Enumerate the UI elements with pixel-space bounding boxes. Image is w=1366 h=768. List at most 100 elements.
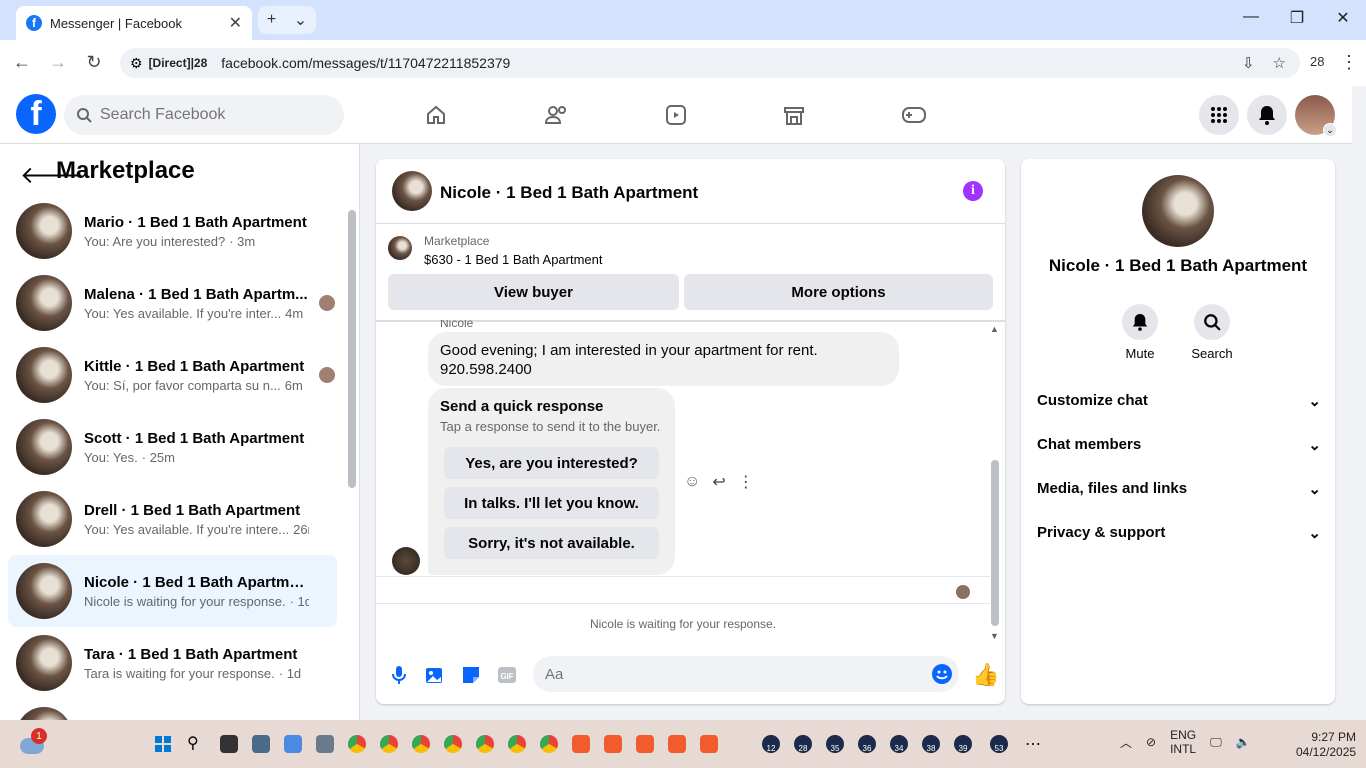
forward-arrow-icon[interactable]: → <box>46 52 70 73</box>
chat-avatar[interactable] <box>392 171 432 211</box>
browser-tab[interactable]: f Messenger | Facebook ✕ <box>16 6 252 40</box>
facebook-logo[interactable]: f <box>16 94 56 134</box>
taskbar-search-icon[interactable]: ⚲ <box>187 733 199 753</box>
conversation-item[interactable]: Scott · 1 Bed 1 Bath Apartment You: Yes. ·… <box>8 411 337 483</box>
scroll-down-icon[interactable]: ▼ <box>990 631 999 641</box>
url-text[interactable]: facebook.com/messages/t/1170472211852379 <box>221 55 510 71</box>
conversation-item[interactable]: Tara · 1 Bed 1 Bath Apartment Tara is wai… <box>8 627 337 699</box>
menu-grid-icon[interactable] <box>1199 95 1239 135</box>
app-badge-icon[interactable]: 12 <box>762 735 780 753</box>
mute-button[interactable]: Mute <box>1110 304 1170 361</box>
chrome-icon[interactable] <box>412 735 430 753</box>
profile-count[interactable]: 28 <box>1310 54 1324 69</box>
view-buyer-button[interactable]: View buyer <box>388 274 679 310</box>
windows-start-icon[interactable] <box>155 736 171 752</box>
quick-response-in-talks-button[interactable]: In talks. I'll let you know. <box>444 487 659 519</box>
address-bar[interactable]: ⚙ [Direct]|28 facebook.com/messages/t/11… <box>120 48 1300 78</box>
privacy-support-section[interactable]: Privacy & support ⌄ <box>1037 524 1321 542</box>
more-apps-icon[interactable]: ⋯ <box>1025 734 1041 754</box>
search-input[interactable] <box>100 106 320 124</box>
browser-menu-icon[interactable]: ⋮ <box>1340 52 1358 73</box>
conversation-item[interactable]: Kittle · 1 Bed 1 Bath Apartment You: Sí, … <box>8 339 337 411</box>
conversation-item[interactable]: Bryant · 1 Bed 1 Bath Apartment <box>8 699 337 720</box>
app-badge-icon[interactable]: 34 <box>890 735 908 753</box>
new-tab-button[interactable]: + <box>267 11 276 29</box>
info-icon[interactable]: i <box>963 181 983 201</box>
listing-title[interactable]: $630 - 1 Bed 1 Bath Apartment <box>424 252 603 267</box>
page-scrollbar[interactable] <box>1352 86 1366 720</box>
calculator-icon[interactable] <box>252 735 270 753</box>
app-icon[interactable] <box>316 735 334 753</box>
tab-close-icon[interactable]: ✕ <box>229 13 242 33</box>
chat-members-section[interactable]: Chat members ⌄ <box>1037 436 1321 454</box>
message-input[interactable] <box>533 656 959 692</box>
site-info-icon[interactable]: ⚙ <box>130 55 143 72</box>
install-app-icon[interactable]: ⇩ <box>1242 54 1255 72</box>
marketplace-icon[interactable] <box>774 100 814 130</box>
more-options-button[interactable]: More options <box>684 274 993 310</box>
brave-icon[interactable] <box>636 735 654 753</box>
language-indicator[interactable]: ENG INTL <box>1170 728 1196 756</box>
tab-search-button[interactable]: ⌄ <box>294 10 307 30</box>
chevron-up-icon[interactable]: ︿ <box>1120 734 1132 751</box>
emoji-icon[interactable] <box>932 664 952 684</box>
gif-icon[interactable]: GIF <box>496 664 518 686</box>
app-badge-icon[interactable]: 39 <box>954 735 972 753</box>
chrome-icon[interactable] <box>444 735 462 753</box>
bookmark-star-icon[interactable]: ☆ <box>1273 54 1286 72</box>
customize-chat-section[interactable]: Customize chat ⌄ <box>1037 392 1321 410</box>
chat-scrollbar-thumb[interactable] <box>991 460 999 626</box>
scroll-up-icon[interactable]: ▲ <box>990 324 999 334</box>
brave-icon[interactable] <box>700 735 718 753</box>
video-icon[interactable] <box>656 100 696 130</box>
volume-icon[interactable]: 🔈 <box>1236 735 1251 749</box>
photo-icon[interactable] <box>424 664 446 686</box>
message-bubble[interactable]: Good evening; I am interested in your ap… <box>428 332 899 386</box>
sender-avatar[interactable] <box>392 547 420 575</box>
sticker-icon[interactable] <box>460 664 482 686</box>
network-off-icon[interactable]: ⊘ <box>1146 735 1156 749</box>
app-badge-icon[interactable]: 35 <box>826 735 844 753</box>
conversation-item[interactable]: Malena · 1 Bed 1 Bath Apartm... You: Yes … <box>8 267 337 339</box>
back-arrow-icon[interactable]: ← <box>10 52 34 73</box>
search-conversation-button[interactable]: Search <box>1182 304 1242 361</box>
app-badge-icon[interactable]: 28 <box>794 735 812 753</box>
list-scrollbar-thumb[interactable] <box>348 210 356 488</box>
brave-icon[interactable] <box>604 735 622 753</box>
conversation-item[interactable]: Mario · 1 Bed 1 Bath Apartment You: Are y… <box>8 195 337 267</box>
reload-icon[interactable]: ↻ <box>82 52 106 73</box>
microphone-icon[interactable] <box>388 664 410 686</box>
app-badge-icon[interactable]: 53 <box>990 735 1008 753</box>
app-badge-icon[interactable]: 36 <box>858 735 876 753</box>
minimize-button[interactable]: — <box>1236 8 1266 26</box>
more-actions-icon[interactable]: ⋮ <box>738 472 754 492</box>
display-icon[interactable]: 🖵 <box>1210 735 1222 750</box>
chrome-icon[interactable] <box>380 735 398 753</box>
task-view-icon[interactable] <box>220 735 238 753</box>
quick-response-not-available-button[interactable]: Sorry, it's not available. <box>444 527 659 559</box>
chrome-icon[interactable] <box>476 735 494 753</box>
quick-response-yes-button[interactable]: Yes, are you interested? <box>444 447 659 479</box>
close-window-button[interactable]: ✕ <box>1328 8 1358 28</box>
facebook-search[interactable] <box>64 95 344 135</box>
chat-title[interactable]: Nicole · 1 Bed 1 Bath Apartment <box>440 183 698 203</box>
taskbar-clock[interactable]: 9:27 PM 04/12/2025 <box>1296 730 1356 760</box>
notifications-bell-icon[interactable] <box>1247 95 1287 135</box>
account-avatar[interactable]: ⌄ <box>1295 95 1337 137</box>
thumbs-up-icon[interactable]: 👍 <box>972 662 999 688</box>
react-emoji-icon[interactable]: ☺ <box>684 473 700 491</box>
brave-icon[interactable] <box>668 735 686 753</box>
chrome-icon[interactable] <box>540 735 558 753</box>
chrome-icon[interactable] <box>348 735 366 753</box>
home-icon[interactable] <box>416 100 456 130</box>
conversation-item[interactable]: Nicole · 1 Bed 1 Bath Apartment Nicole is… <box>8 555 337 627</box>
conversation-item[interactable]: Drell · 1 Bed 1 Bath Apartment You: Yes a… <box>8 483 337 555</box>
address-chip[interactable]: [Direct]|28 <box>149 56 208 70</box>
contact-avatar[interactable] <box>1142 175 1214 247</box>
maximize-button[interactable]: ❐ <box>1282 8 1312 28</box>
brave-icon[interactable] <box>572 735 590 753</box>
app-badge-icon[interactable]: 38 <box>922 735 940 753</box>
gaming-icon[interactable] <box>894 100 934 130</box>
notepad-icon[interactable] <box>284 735 302 753</box>
friends-icon[interactable] <box>536 100 576 130</box>
